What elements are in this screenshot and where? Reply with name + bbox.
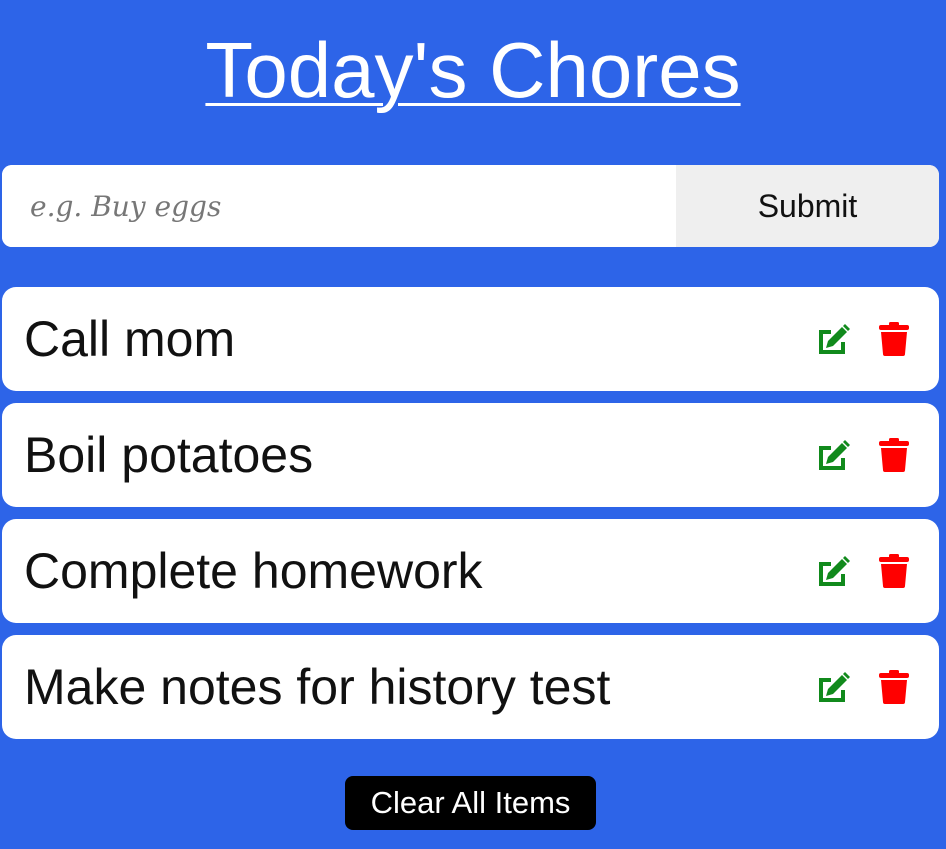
delete-button[interactable] [877, 551, 911, 591]
chore-item: Call mom [2, 287, 939, 391]
submit-button[interactable]: Submit [676, 165, 939, 247]
edit-icon [819, 324, 850, 354]
delete-button[interactable] [877, 319, 911, 359]
chore-item-label: Complete homework [24, 543, 483, 599]
chore-item: Make notes for history test [2, 635, 939, 739]
edit-icon [819, 556, 850, 586]
edit-icon [819, 672, 850, 702]
chore-item-label: Boil potatoes [24, 427, 314, 483]
chore-item: Boil potatoes [2, 403, 939, 507]
add-chore-form: Submit [2, 165, 939, 247]
trash-icon [879, 670, 909, 704]
page: Today's Chores Submit Call mom [0, 0, 946, 849]
trash-icon [879, 438, 909, 472]
edit-button[interactable] [813, 319, 853, 359]
page-title: Today's Chores [205, 26, 741, 114]
trash-icon [879, 554, 909, 588]
delete-button[interactable] [877, 667, 911, 707]
delete-button[interactable] [877, 435, 911, 475]
chore-input[interactable] [2, 165, 676, 247]
chore-item-label: Make notes for history test [24, 659, 611, 715]
chore-item: Complete homework [2, 519, 939, 623]
chore-item-label: Call mom [24, 311, 236, 367]
trash-icon [879, 322, 909, 356]
edit-button[interactable] [813, 667, 853, 707]
chore-list: Call mom Boil potatoes Complete homework… [2, 287, 939, 751]
clear-all-button[interactable]: Clear All Items [345, 776, 596, 830]
edit-button[interactable] [813, 551, 853, 591]
edit-icon [819, 440, 850, 470]
edit-button[interactable] [813, 435, 853, 475]
